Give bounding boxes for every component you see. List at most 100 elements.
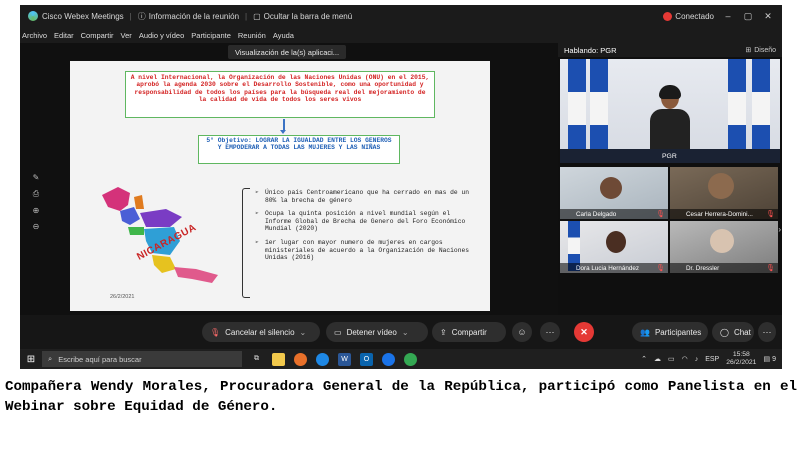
onu-textbox: A nivel Internacional, la Organización d…	[125, 71, 435, 118]
bullet-arrow-icon: ➢	[255, 210, 259, 218]
file-explorer-icon[interactable]	[272, 352, 285, 366]
clock[interactable]: 15:58 26/2/2021	[726, 351, 756, 367]
connection-status: Conectado	[663, 11, 714, 21]
close-icon[interactable]: ✕	[762, 11, 774, 22]
minimize-icon[interactable]: –	[722, 11, 734, 21]
webex-window: Cisco Webex Meetings | ⓘ Información de …	[20, 5, 782, 369]
unmute-button[interactable]: 🎙 Cancelar el silencio ⌄	[202, 322, 320, 342]
layout-grid-icon: ⊞	[745, 47, 752, 54]
chevron-down-icon[interactable]: ⌄	[402, 328, 409, 337]
mic-muted-icon: 🎙	[656, 265, 665, 272]
bullets-bracket	[242, 188, 250, 298]
active-speaker-label: Hablando: PGR	[564, 45, 617, 55]
mic-muted-icon: 🎙	[656, 211, 665, 218]
bullet-arrow-icon: ➢	[255, 189, 259, 196]
menu-ayuda[interactable]: Ayuda	[273, 31, 294, 40]
unmute-label: Cancelar el silencio	[225, 327, 295, 337]
participant-name: Dr. Dressler	[686, 264, 720, 272]
clock-date: 26/2/2021	[726, 359, 757, 366]
menu-compartir[interactable]: Compartir	[81, 31, 114, 40]
participants-button[interactable]: 👥 Participantes	[632, 322, 708, 342]
clock-time: 15:58	[732, 351, 750, 358]
photo-caption: Compañera Wendy Morales, Procuradora Gen…	[5, 379, 797, 415]
title-bar: Cisco Webex Meetings | ⓘ Información de …	[20, 5, 782, 27]
participant-video-tile[interactable]: Cesar Herrera-Domini... 🎙	[670, 167, 778, 219]
menu-audio-video[interactable]: Audio y vídeo	[139, 31, 184, 40]
wifi-icon[interactable]: ◠	[682, 355, 688, 363]
bullet-text: Único país Centroamericano que ha cerrad…	[265, 189, 470, 204]
volume-icon[interactable]: ♪	[695, 356, 699, 363]
layout-button[interactable]: ⊞ Diseño	[745, 46, 782, 55]
share-button[interactable]: ⇪ Compartir	[432, 322, 506, 342]
participant-video-tile[interactable]: Carla Delgado 🎙	[560, 167, 668, 219]
search-placeholder: Escribe aquí para buscar	[58, 354, 142, 364]
list-item: ➢ Ocupa la quinta posición a nivel mundi…	[255, 210, 480, 233]
outlook-icon[interactable]: O	[360, 352, 373, 366]
menu-archivo[interactable]: Archivo	[22, 31, 47, 40]
weather-icon[interactable]: ☁	[654, 355, 661, 363]
hide-menu-button[interactable]: ▢ Ocultar la barra de menú	[253, 12, 352, 21]
meeting-info-button[interactable]: ⓘ Información de la reunión	[138, 11, 239, 22]
map-guatemala	[120, 207, 140, 225]
sharing-banner[interactable]: Visualización de la(s) aplicaci...	[228, 45, 346, 59]
meeting-controls: 🎙 Cancelar el silencio ⌄ ▭ Detener vídeo…	[20, 315, 782, 349]
firefox-icon[interactable]	[294, 352, 307, 366]
list-item: ➢ 1er lugar con mayor numero de mujeres …	[255, 239, 480, 262]
taskbar-apps: ⧉ W O	[250, 352, 417, 366]
participant-video-tile[interactable]: Dora Lucia Hernández 🎙	[560, 221, 668, 273]
pointer-icon[interactable]: ✎	[33, 173, 40, 182]
language-indicator[interactable]: ESP	[705, 356, 719, 363]
chevron-down-icon[interactable]: ⌄	[300, 328, 307, 337]
speaker-header: Hablando: PGR ⊞ Diseño	[558, 43, 782, 57]
app-taskbar-icon[interactable]	[404, 352, 417, 366]
print-icon[interactable]: ⎙	[33, 189, 39, 199]
panel-options-icon[interactable]: ⋯	[758, 322, 776, 342]
meeting-info-label: Información de la reunión	[148, 11, 240, 21]
participant-name: Cesar Herrera-Domini...	[686, 210, 753, 218]
task-view-icon[interactable]: ⧉	[250, 353, 263, 366]
participant-figure	[708, 173, 734, 199]
participant-name-bar: Dora Lucia Hernández	[560, 263, 668, 273]
menu-participante[interactable]: Participante	[191, 31, 231, 40]
main-speaker-video[interactable]: PGR	[560, 59, 780, 163]
end-call-icon[interactable]: ✕	[574, 322, 594, 342]
chevron-up-icon[interactable]: ⌃	[641, 355, 647, 363]
objective-textbox: 5° Objetivo: LOGRAR LA IGUALDAD ENTRE LO…	[198, 135, 400, 164]
webex-taskbar-icon[interactable]	[382, 352, 395, 366]
flag-image	[752, 59, 770, 159]
reactions-icon[interactable]: ☺	[512, 322, 532, 342]
webex-logo-icon	[28, 11, 38, 21]
word-icon[interactable]: W	[338, 352, 351, 366]
menu-ver[interactable]: Ver	[121, 31, 132, 40]
map-honduras	[140, 209, 182, 227]
notifications-icon[interactable]: ▤ 9	[763, 355, 776, 364]
bullet-list: ➢ Único país Centroamericano que ha cerr…	[255, 189, 480, 268]
video-panel: Hablando: PGR ⊞ Diseño PGR Carla Delgado…	[558, 43, 782, 315]
share-screen-icon: ⇪	[440, 327, 447, 337]
stop-video-button[interactable]: ▭ Detener vídeo ⌄	[326, 322, 428, 342]
chat-button[interactable]: ◯ Chat	[712, 322, 754, 342]
main-speaker-name: PGR	[662, 153, 677, 160]
participant-name-bar: Dr. Dressler	[670, 263, 778, 273]
battery-icon[interactable]: ▭	[668, 355, 675, 363]
menu-editar[interactable]: Editar	[54, 31, 74, 40]
taskbar-search[interactable]: ⌕ Escribe aquí para buscar	[42, 351, 242, 367]
participant-video-tile[interactable]: Dr. Dressler 🎙	[670, 221, 778, 273]
stop-video-label: Detener vídeo	[346, 327, 397, 337]
more-options-icon[interactable]: ⋯	[540, 322, 560, 342]
annotation-toolbar: ✎ ⎙ ⊕ ⊖	[30, 173, 42, 231]
bullet-arrow-icon: ➢	[255, 238, 259, 246]
zoom-out-icon[interactable]: ⊖	[33, 222, 40, 231]
list-item: ➢ Único país Centroamericano que ha cerr…	[255, 189, 480, 204]
central-america-map	[102, 187, 218, 283]
chevron-right-icon[interactable]: ›	[778, 225, 781, 234]
flag-image	[728, 59, 746, 159]
edge-icon[interactable]	[316, 352, 329, 366]
menu-reunion[interactable]: Reunión	[238, 31, 266, 40]
windows-start-icon[interactable]: ⊞	[20, 354, 42, 365]
bullet-text: Ocupa la quinta posición a nivel mundial…	[265, 210, 466, 233]
connected-icon	[663, 11, 673, 21]
maximize-icon[interactable]: ▢	[742, 11, 754, 22]
participant-figure	[600, 177, 622, 199]
zoom-in-icon[interactable]: ⊕	[33, 206, 40, 215]
